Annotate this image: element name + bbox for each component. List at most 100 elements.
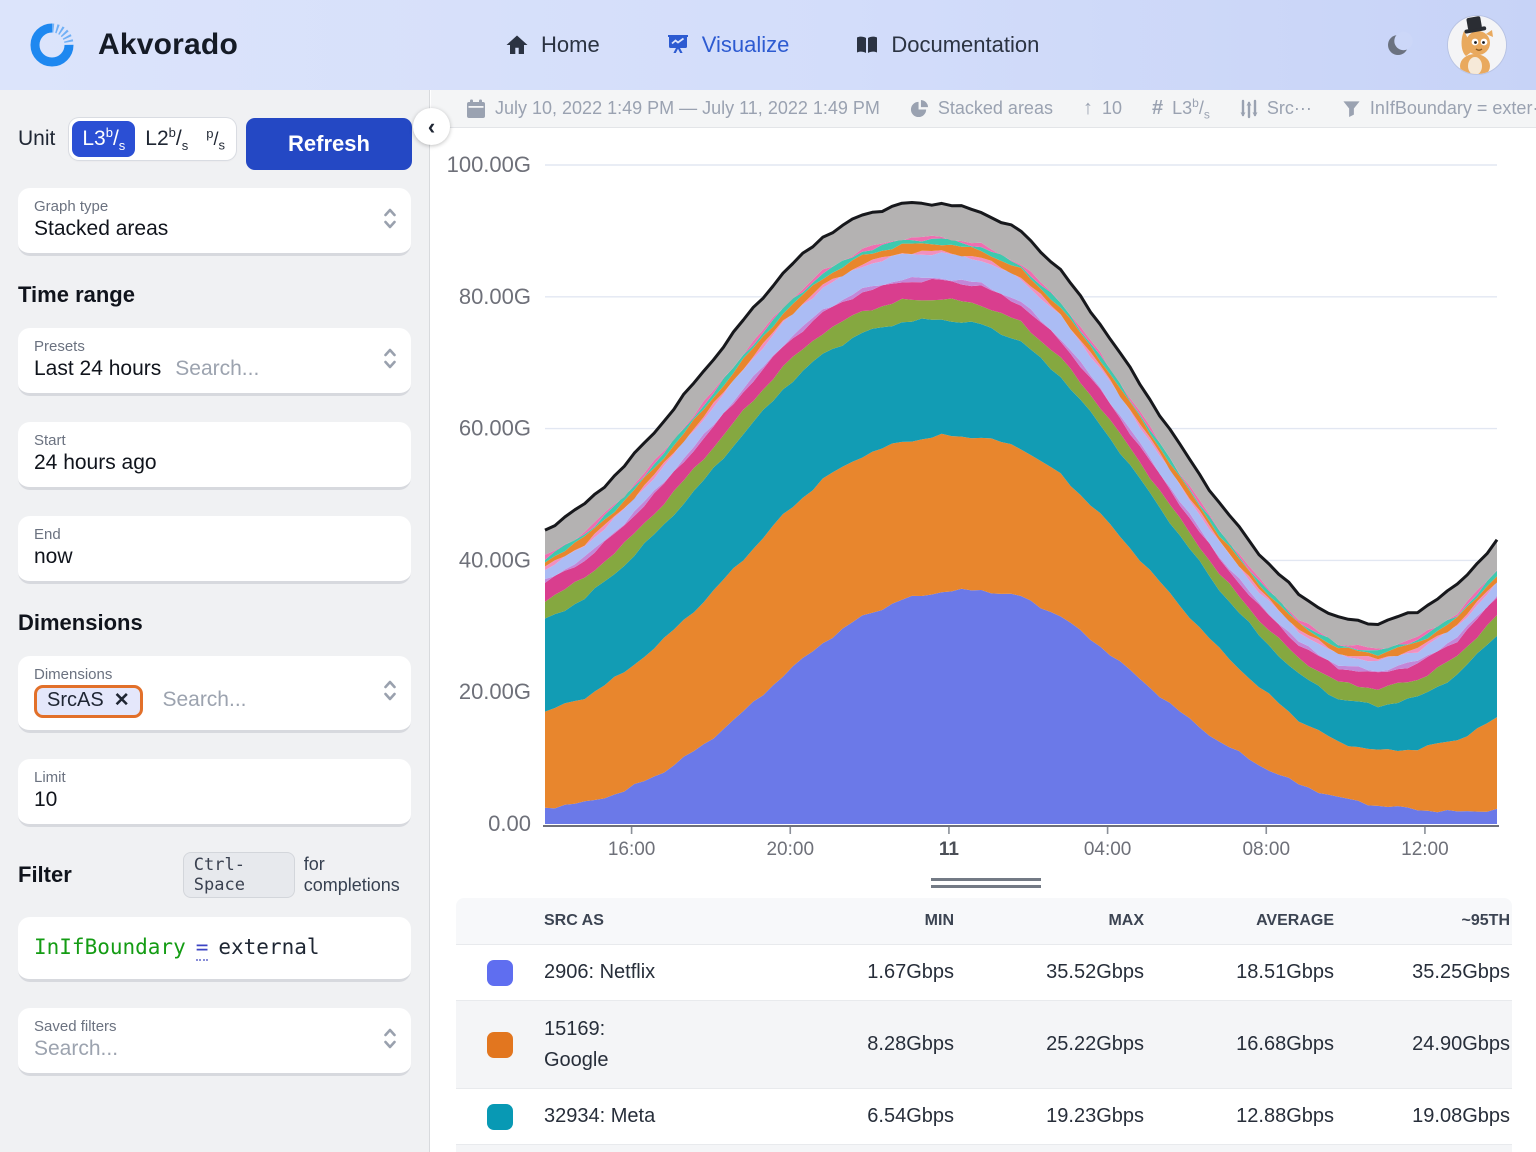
cell-average: 16.68Gbps [1236,1033,1334,1055]
dimensions-heading: Dimensions [18,610,143,636]
svg-text:12:00: 12:00 [1401,839,1449,860]
svg-text:08:00: 08:00 [1242,839,1290,860]
filter-value: external [218,935,320,960]
dimension-tag-srcas[interactable]: SrcAS ✕ [34,685,143,719]
filter-heading: Filter [18,862,72,888]
svg-text:60.00G: 60.00G [459,416,531,441]
dimensions-select[interactable]: Dimensions SrcAS ✕ Search... [18,656,411,734]
toolbar-dimensions: Src··· [1240,98,1312,119]
col-max: MAX [1108,912,1144,929]
chevron-updown-icon [383,206,397,235]
time-range-heading: Time range [18,282,135,308]
unit-option-pps[interactable]: p/s [198,122,233,157]
dimensions-search-placeholder[interactable]: Search... [162,688,246,711]
svg-text:100.00G: 100.00G [447,152,531,177]
toolbar-unit: # L3b/s [1152,95,1210,122]
chevron-updown-icon [383,1026,397,1055]
table-row[interactable]: 15169: Google 8.28Gbps 25.22Gbps 16.68Gbps 2… [456,1001,1512,1089]
col-min: MIN [924,912,954,929]
cell-95th: 35.25Gbps [1412,961,1510,983]
filter-kbd-suffix: for completions [303,854,400,896]
sidebar-collapse-button[interactable]: ‹ [413,108,450,145]
cell-max: 35.52Gbps [1046,961,1144,983]
cell-min: 8.28Gbps [867,1033,954,1055]
nav-item-documentation[interactable]: Documentation [855,32,1039,58]
cell-min: 6.54Gbps [867,1105,954,1127]
svg-text:20:00: 20:00 [766,839,814,860]
unit-label: Unit [18,127,56,151]
stacked-area-chart[interactable]: 0.00 20.00G 40.00G 60.00G 80.00G 100.00G 16:00… [431,127,1536,898]
saved-filters-label: Saved filters [34,1018,117,1036]
svg-text:11: 11 [939,839,960,860]
refresh-button[interactable]: Refresh [246,118,412,170]
cell-max: 19.23Gbps [1046,1105,1144,1127]
stats-table-header: SRC AS MIN MAX AVERAGE ~95TH [456,898,1512,945]
dark-mode-moon-icon[interactable] [1384,30,1414,60]
toolbar-graph-type: Stacked areas [910,98,1053,119]
toolbar-filter: InIfBoundary = exter··· [1342,98,1536,119]
graph-type-value: Stacked areas [34,217,169,241]
calendar-icon [467,99,485,118]
cell-95th: 24.90Gbps [1412,1033,1510,1055]
cell-src-as: 32934: Meta [544,1105,656,1127]
cell-min: 1.67Gbps [867,961,954,983]
dimensions-label: Dimensions [34,666,113,684]
nav-label-documentation: Documentation [891,32,1040,57]
series-color-swatch [487,1031,513,1058]
remove-dimension-icon[interactable]: ✕ [114,689,130,712]
hash-icon: # [1152,97,1164,119]
presentation-chart-icon [667,35,688,53]
graph-type-select[interactable]: Graph type Stacked areas [18,188,411,257]
brand: Akvorado [0,21,420,69]
series-color-swatch [487,1103,513,1130]
start-label: Start [34,432,66,450]
col-95th: ~95TH [1461,912,1510,929]
presets-search-placeholder[interactable]: Search... [175,357,259,380]
table-row[interactable]: 32934: Meta 6.54Gbps 19.23Gbps 12.88Gbps 19.… [456,1089,1512,1145]
top-navbar: Akvorado Home Visualize Documentation [0,0,1536,90]
end-label: End [34,526,61,544]
nav-label-visualize: Visualize [701,32,790,57]
limit-label: Limit [34,769,66,787]
nav-label-home: Home [541,32,600,57]
saved-filters-select[interactable]: Saved filters Search... [18,1008,411,1077]
cell-src-as: 2906: Netflix [544,961,656,983]
sort-arrows-icon [1240,99,1258,118]
nav-item-home[interactable]: Home [505,32,600,58]
svg-text:0.00: 0.00 [488,811,531,836]
nav-item-visualize[interactable]: Visualize [666,32,790,58]
cell-max: 25.22Gbps [1046,1033,1144,1055]
funnel-icon [1343,101,1360,118]
book-icon [857,36,878,53]
end-value: now [34,545,73,569]
svg-text:40.00G: 40.00G [459,547,531,572]
svg-text:04:00: 04:00 [1084,839,1132,860]
filter-editor[interactable]: InIfBoundary = external [18,917,411,983]
presets-value: Last 24 hours [34,357,162,381]
series-color-swatch [487,959,513,986]
start-input[interactable]: Start 24 hours ago [18,422,411,491]
end-input[interactable]: End now [18,516,411,585]
nav-menu: Home Visualize Documentation [505,0,1039,90]
akvorado-logo-icon [30,23,74,67]
unit-option-l2bps[interactable]: L2b/s [135,121,198,157]
start-value: 24 hours ago [34,451,157,475]
navbar-right [1384,0,1506,90]
unit-option-l3bps[interactable]: L3b/s [72,121,136,158]
cell-average: 12.88Gbps [1236,1105,1334,1127]
saved-filters-placeholder: Search... [34,1037,119,1061]
presets-select[interactable]: Presets Last 24 hours Search... [18,328,411,397]
pie-chart-icon [910,99,928,118]
options-sidebar: Unit L3b/s L2b/s p/s Refresh Graph type … [0,90,430,1152]
main-panel: July 10, 2022 1:49 PM — July 11, 2022 1:… [431,90,1536,1152]
col-src-as: SRC AS [544,911,604,929]
limit-input[interactable]: Limit 10 [18,759,411,828]
unit-toggle: L3b/s L2b/s p/s [69,118,236,161]
filter-operator: = [195,935,209,962]
presets-label: Presets [34,338,85,356]
user-avatar[interactable] [1448,16,1506,74]
table-row[interactable]: 2906: Netflix 1.67Gbps 35.52Gbps 18.51Gbps 3… [456,945,1512,1001]
cell-src-as: 15169: Google [544,1017,609,1071]
cell-95th: 19.08Gbps [1412,1105,1510,1127]
svg-text:20.00G: 20.00G [459,679,531,704]
